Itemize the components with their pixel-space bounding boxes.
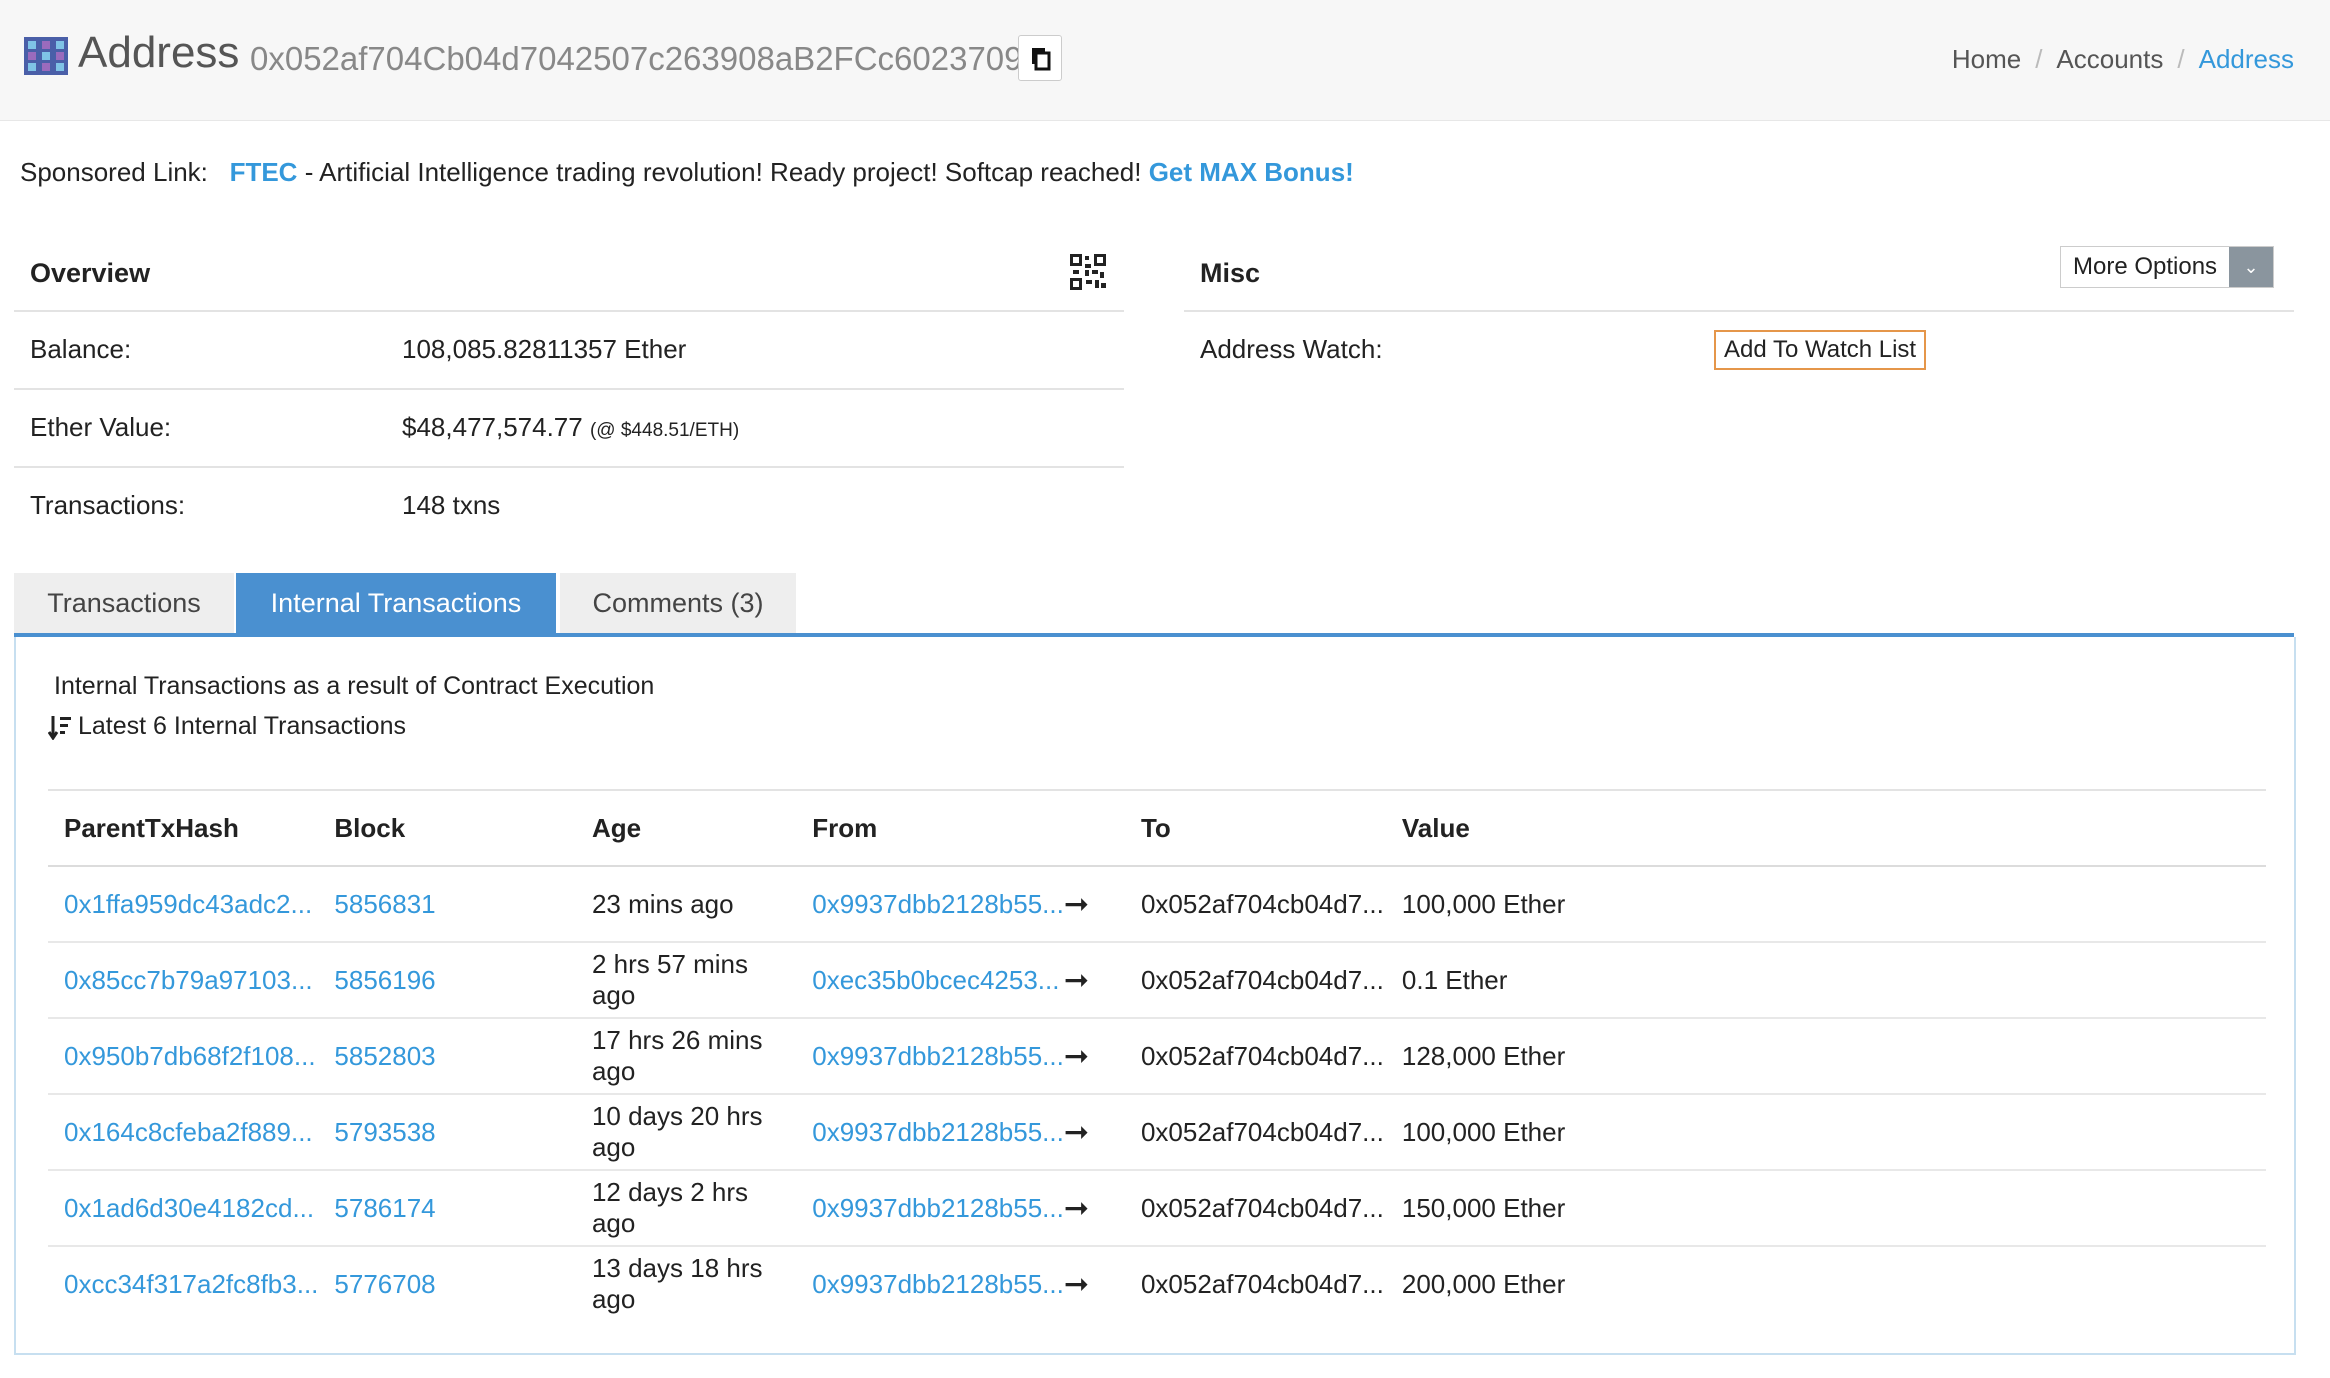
age-cell: 10 days 20 hrs ago — [575, 1094, 797, 1171]
block-link[interactable]: 5856196 — [318, 942, 576, 1019]
from-address-link[interactable]: 0x9937dbb2128b55... — [796, 866, 1064, 943]
table-header-row: ParentTxHash Block Age From To Value — [48, 790, 2266, 866]
sponsored-cta-link[interactable]: Get MAX Bonus! — [1149, 157, 1354, 187]
sponsored-link: Sponsored Link: FTEC - Artificial Intell… — [20, 157, 1354, 188]
to-address: 0x052af704cb04d7... — [1140, 1268, 1384, 1299]
age-cell: 2 hrs 57 mins ago — [575, 942, 797, 1019]
parent-tx-hash-link[interactable]: 0x164c8cfeba2f889... — [48, 1094, 319, 1171]
to-address: 0x052af704cb04d7... — [1124, 1018, 1386, 1095]
block-link[interactable]: 5852803 — [318, 1018, 576, 1095]
table-row: 0x164c8cfeba2f889... 5793538 10 days 20 … — [48, 1094, 2266, 1171]
breadcrumb-current: Address — [2198, 44, 2294, 74]
copy-address-button[interactable] — [1018, 35, 1062, 81]
to-address: 0x052af704cb04d7... — [1124, 1170, 1386, 1247]
column-header-spacer — [1064, 790, 1125, 866]
from-address-link[interactable]: 0xec35b0bcec4253... — [796, 942, 1064, 1019]
breadcrumb: Home / Accounts / Address — [1951, 44, 2294, 74]
column-header-parenttxhash: ParentTxHash — [64, 812, 239, 843]
parent-tx-hash-link[interactable]: 0x1ad6d30e4182cd... — [48, 1170, 319, 1247]
to-address: 0x052af704cb04d7... — [1124, 942, 1386, 1019]
table-row: 0x85cc7b79a97103... 5856196 2 hrs 57 min… — [48, 942, 2266, 1019]
transactions-label: Transactions: — [30, 490, 186, 520]
value-cell: 150,000 Ether — [1385, 1170, 2266, 1247]
age-cell: 23 mins ago — [575, 866, 797, 943]
page-title: Address — [78, 28, 240, 77]
from-address-link[interactable]: 0x9937dbb2128b55... — [796, 1246, 1064, 1321]
parent-tx-hash-link[interactable]: 0xcc34f317a2fc8fb3... — [48, 1246, 318, 1321]
age-cell: 13 days 18 hrs ago — [591, 1253, 763, 1314]
from-address-link[interactable]: 0x9937dbb2128b55... — [796, 1094, 1064, 1171]
address-identicon-icon — [24, 37, 68, 75]
tab-transactions[interactable]: Transactions — [14, 573, 234, 633]
parent-tx-hash-link[interactable]: 0x1ffa959dc43adc2... — [48, 866, 319, 943]
arrow-right-icon: ➞ — [1063, 942, 1125, 1019]
internal-transactions-panel: Internal Transactions as a result of Con… — [14, 637, 2296, 1355]
qr-code-icon[interactable] — [1070, 254, 1106, 290]
internal-tx-subtitle-text: Latest 6 Internal Transactions — [78, 712, 406, 740]
ether-value-label: Ether Value: — [30, 412, 172, 442]
block-link[interactable]: 5786174 — [318, 1170, 576, 1247]
column-header-block: Block — [334, 812, 406, 843]
overview-panel: Overview Balance: 108,085.82811357 Ether… — [14, 236, 1124, 544]
block-link[interactable]: 5856831 — [318, 866, 576, 943]
table-row: 0x1ffa959dc43adc2... 5856831 23 mins ago… — [48, 866, 2266, 943]
misc-panel: Misc More Options ⌄ Address Watch: Add T… — [1184, 236, 2294, 388]
age-cell: 12 days 2 hrs ago — [575, 1170, 797, 1247]
parent-tx-hash-link[interactable]: 0x950b7db68f2f108... — [48, 1018, 319, 1095]
internal-transactions-table: ParentTxHash Block Age From To Value 0x1… — [48, 789, 2266, 1321]
copy-icon — [1032, 48, 1051, 71]
sponsored-label: Sponsored Link: — [20, 157, 208, 187]
balance-value: 108,085.82811357 Ether — [402, 334, 687, 364]
to-address: 0x052af704cb04d7... — [1124, 1094, 1386, 1171]
address-hash: 0x052af704Cb04d7042507c263908aB2FCc60237… — [250, 40, 1023, 77]
block-link[interactable]: 5776708 — [318, 1246, 576, 1321]
parent-tx-hash-link[interactable]: 0x85cc7b79a97103... — [48, 942, 319, 1019]
address-watch-label: Address Watch: — [1200, 334, 1383, 364]
ether-value-amount: $48,477,574.77 — [402, 412, 583, 442]
value-cell: 200,000 Ether — [1401, 1268, 1566, 1299]
breadcrumb-home-link[interactable]: Home — [1952, 44, 2021, 74]
column-header-to: To — [1140, 812, 1171, 843]
column-header-from: From — [812, 812, 878, 843]
from-address-link[interactable]: 0x9937dbb2128b55... — [796, 1018, 1064, 1095]
arrow-right-icon: ➞ — [1063, 1267, 1089, 1301]
arrow-right-icon: ➞ — [1063, 866, 1125, 943]
to-address: 0x052af704cb04d7... — [1124, 866, 1386, 943]
ether-value: $48,477,574.77 (@ $448.51/ETH) — [402, 412, 739, 443]
column-header-age: Age — [591, 812, 642, 843]
table-row: 0x950b7db68f2f108... 5852803 17 hrs 26 m… — [48, 1018, 2266, 1095]
value-cell: 100,000 Ether — [1385, 866, 2266, 943]
table-row: 0x1ad6d30e4182cd... 5786174 12 days 2 hr… — [48, 1170, 2266, 1247]
more-options-dropdown[interactable]: More Options ⌄ — [2060, 246, 2275, 288]
misc-title: Misc — [1200, 258, 1261, 288]
sponsored-brand-link[interactable]: FTEC — [230, 157, 298, 187]
ether-rate: (@ $448.51/ETH) — [589, 420, 740, 441]
value-cell: 128,000 Ether — [1385, 1018, 2266, 1095]
tab-comments[interactable]: Comments (3) — [560, 573, 796, 633]
balance-label: Balance: — [30, 334, 132, 364]
age-cell: 17 hrs 26 mins ago — [575, 1018, 797, 1095]
overview-title: Overview — [30, 258, 151, 288]
tab-internal-transactions[interactable]: Internal Transactions — [236, 573, 556, 633]
value-cell: 0.1 Ether — [1385, 942, 2266, 1019]
chevron-down-icon[interactable]: ⌄ — [2229, 247, 2274, 287]
table-row: 0xcc34f317a2fc8fb3... 5776708 13 days 18… — [48, 1246, 2266, 1321]
arrow-right-icon: ➞ — [1063, 1094, 1125, 1171]
column-header-value: Value — [1401, 812, 1470, 843]
value-cell: 100,000 Ether — [1385, 1094, 2266, 1171]
sponsored-text: - Artificial Intelligence trading revolu… — [297, 157, 1149, 187]
block-link[interactable]: 5793538 — [318, 1094, 576, 1171]
transactions-value: 148 txns — [402, 490, 501, 520]
internal-tx-subtitle: Latest 6 Internal Transactions — [48, 712, 406, 741]
sort-amount-icon — [48, 716, 71, 741]
from-address-link[interactable]: 0x9937dbb2128b55... — [796, 1170, 1064, 1247]
tab-bar: Transactions Internal Transactions Comme… — [14, 573, 2294, 637]
page-header: Address 0x052af704Cb04d7042507c263908aB2… — [0, 0, 2330, 121]
more-options-label: More Options — [2073, 253, 2218, 280]
breadcrumb-accounts-link[interactable]: Accounts — [2056, 44, 2163, 74]
add-to-watch-list-button[interactable]: Add To Watch List — [1714, 330, 1927, 370]
internal-tx-title: Internal Transactions as a result of Con… — [54, 672, 655, 700]
arrow-right-icon: ➞ — [1063, 1170, 1125, 1247]
arrow-right-icon: ➞ — [1063, 1018, 1125, 1095]
